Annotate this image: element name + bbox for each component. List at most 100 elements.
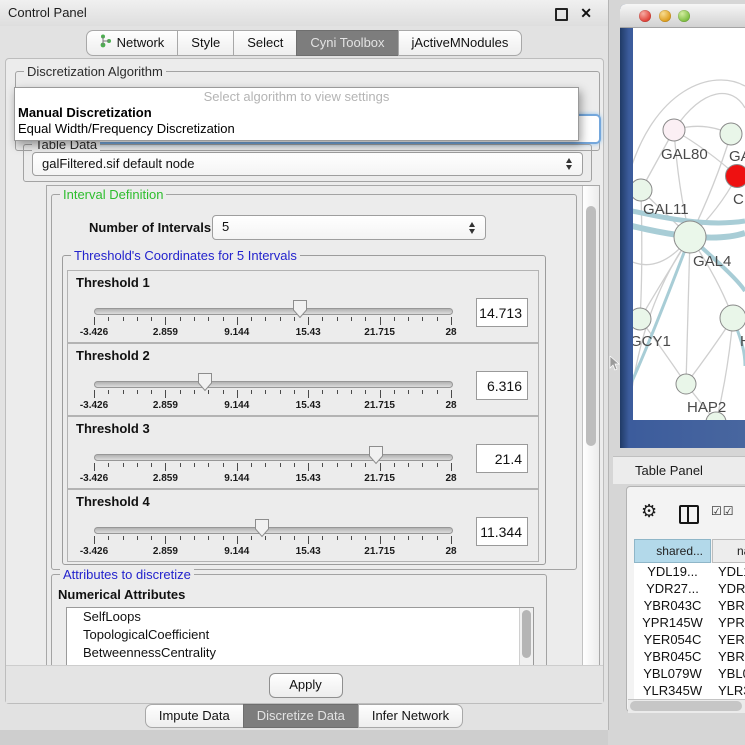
slider-handle[interactable] <box>292 299 308 319</box>
number-of-intervals-combobox[interactable]: 5 <box>212 215 486 240</box>
table-data-group: Table Data galFiltered.sif default node <box>23 144 592 182</box>
slider-ticks <box>94 317 451 326</box>
threshold-3-value-field[interactable] <box>476 444 528 473</box>
tick-label: 2.859 <box>153 400 178 411</box>
tab-infer-network[interactable]: Infer Network <box>358 704 463 728</box>
tick-label: 2.859 <box>153 546 178 557</box>
slider-track[interactable] <box>94 308 453 315</box>
tab-network[interactable]: Network <box>86 30 179 56</box>
zoom-traffic-light[interactable] <box>678 10 690 22</box>
tab-style[interactable]: Style <box>177 30 234 56</box>
close-icon[interactable]: ✕ <box>580 0 592 26</box>
settings-vertical-scrollbar[interactable] <box>582 186 599 666</box>
tick-label: 2.859 <box>153 473 178 484</box>
number-of-intervals-label: Number of Intervals <box>89 220 211 235</box>
threshold-2-panel: Threshold 2 -3.4262.8599.14415.4321.7152… <box>67 343 539 416</box>
table-row[interactable]: YLR345WYLR3 <box>634 682 745 699</box>
discretization-algorithm-group-title: Discretization Algorithm <box>24 64 166 79</box>
scrollbar-thumb[interactable] <box>522 610 531 658</box>
apply-button[interactable]: Apply <box>269 673 343 698</box>
table-row[interactable]: YBL079WYBL0 <box>634 665 745 682</box>
scrollbar-thumb[interactable] <box>630 701 742 711</box>
node-top-right[interactable] <box>720 123 742 145</box>
threshold-4-slider[interactable]: -3.4262.8599.14415.4321.71528 <box>94 490 451 563</box>
slider-handle[interactable] <box>197 372 213 392</box>
tab-discretize-data[interactable]: Discretize Data <box>243 704 359 728</box>
node-red-selected[interactable] <box>726 165 745 188</box>
node-gal4[interactable] <box>674 221 706 253</box>
tick-label: -3.426 <box>80 400 108 411</box>
gear-icon[interactable]: ⚙ <box>641 501 657 522</box>
node-gal80[interactable] <box>663 119 685 141</box>
table-row[interactable]: YBR043CYBR0 <box>634 597 745 614</box>
slider-track[interactable] <box>94 454 453 461</box>
tab-select[interactable]: Select <box>233 30 297 56</box>
attribute-item[interactable]: SelfLoops <box>67 608 533 626</box>
algorithm-option-manual[interactable]: Manual Discretization <box>18 105 152 120</box>
numerical-attributes-list[interactable]: SelfLoopsTopologicalCoefficientBetweenne… <box>66 607 534 667</box>
node-gcy1[interactable] <box>633 308 651 330</box>
table-data-selected-value: galFiltered.sif default node <box>42 153 194 175</box>
table-row[interactable]: YDL19...YDL1 <box>634 563 745 580</box>
table-row[interactable]: YER054CYER0 <box>634 631 745 648</box>
combobox-spinner-icon <box>566 158 573 170</box>
algorithm-option-equal-width[interactable]: Equal Width/Frequency Discretization <box>18 121 235 136</box>
tab-impute-data[interactable]: Impute Data <box>145 704 244 728</box>
table-row[interactable]: YDR27...YDR2 <box>634 580 745 597</box>
node-label: GAL11 <box>643 201 689 218</box>
slider-track[interactable] <box>94 527 453 534</box>
table-rows: YDL19...YDL1YDR27...YDR2YBR043CYBR0YPR14… <box>634 563 745 700</box>
tick-label: 28 <box>445 400 456 411</box>
network-graph: GAL80 GA C GAL11 GAL4 GCY1 H HAP2 <box>633 28 745 420</box>
tick-label: -3.426 <box>80 546 108 557</box>
table-panel-body: ⚙ ☑☑ shared... na YDL19...YDL1YDR27...YD… <box>626 486 745 712</box>
tab-jactivemnodules[interactable]: jActiveMNodules <box>398 30 523 56</box>
column-header-shared-name[interactable]: shared... <box>634 539 711 563</box>
slider-handle[interactable] <box>254 518 270 538</box>
network-canvas[interactable]: GAL80 GA C GAL11 GAL4 GCY1 H HAP2 <box>633 28 745 420</box>
tick-label: -3.426 <box>80 327 108 338</box>
threshold-1-slider[interactable]: -3.4262.8599.14415.4321.71528 <box>94 271 451 344</box>
attribute-item[interactable]: BetweennessCentrality <box>67 644 533 662</box>
table-panel-title: Table Panel <box>635 457 703 484</box>
attribute-item[interactable]: TopologicalCoefficient <box>67 626 533 644</box>
table-row[interactable]: YBR045CYBR0 <box>634 648 745 665</box>
tick-label: -3.426 <box>80 473 108 484</box>
table-data-combobox[interactable]: galFiltered.sif default node <box>32 152 583 176</box>
algorithm-dropdown-popup: Select algorithm to view settings Manual… <box>14 87 579 141</box>
node-gal11[interactable] <box>633 179 652 201</box>
columns-icon[interactable] <box>679 505 699 524</box>
tick-label: 28 <box>445 327 456 338</box>
threshold-3-slider[interactable]: -3.4262.8599.14415.4321.71528 <box>94 417 451 490</box>
combobox-spinner-icon <box>469 222 476 234</box>
node-hap2[interactable] <box>676 374 696 394</box>
node-right-mid[interactable] <box>720 305 745 331</box>
table-row[interactable]: YPR145WYPR1 <box>634 614 745 631</box>
threshold-2-value-field[interactable] <box>476 371 528 400</box>
threshold-4-panel: Threshold 4 -3.4262.8599.14415.4321.7152… <box>67 489 539 562</box>
threshold-1-value-field[interactable] <box>476 298 528 327</box>
cyni-toolbox-panel: Discretization Algorithm Select algorith… <box>5 58 604 704</box>
control-panel-window: Control Panel ✕ Network Style Select Cyn… <box>0 0 609 730</box>
tab-network-label: Network <box>117 35 165 50</box>
attributes-list-scrollbar[interactable] <box>519 608 533 666</box>
threshold-2-slider[interactable]: -3.4262.8599.14415.4321.71528 <box>94 344 451 417</box>
float-window-icon[interactable] <box>555 8 568 21</box>
tab-cyni-toolbox[interactable]: Cyni Toolbox <box>296 30 398 56</box>
scrollbar-thumb[interactable] <box>586 206 596 446</box>
threshold-4-value-field[interactable] <box>476 517 528 546</box>
table-horizontal-scrollbar[interactable] <box>628 699 745 713</box>
select-columns-checkbox-icons[interactable]: ☑☑ <box>711 504 735 518</box>
slider-handle[interactable] <box>368 445 384 465</box>
slider-ticks <box>94 536 451 545</box>
tick-label: 2.859 <box>153 327 178 338</box>
network-icon <box>100 34 112 51</box>
column-header-name[interactable]: na <box>712 539 745 563</box>
minimize-traffic-light[interactable] <box>659 10 671 22</box>
close-traffic-light[interactable] <box>639 10 651 22</box>
tick-label: 15.43 <box>296 546 321 557</box>
control-panel-title: Control Panel <box>8 0 87 26</box>
slider-track[interactable] <box>94 381 453 388</box>
table-panel-titlebar: Table Panel <box>613 456 745 484</box>
window-bottom-edge <box>0 730 608 745</box>
